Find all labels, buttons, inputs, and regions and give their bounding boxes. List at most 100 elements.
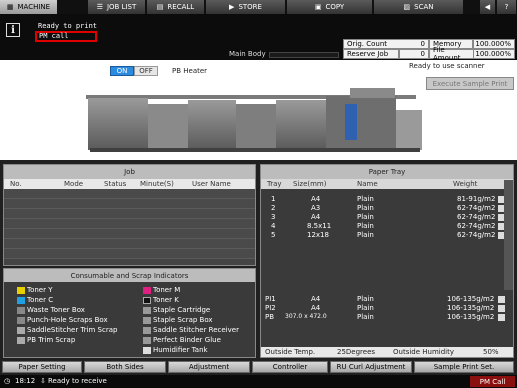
punch-icon — [17, 316, 25, 324]
store-icon: ▶ — [229, 3, 235, 11]
receiver-icon — [143, 326, 151, 334]
tray-row-1[interactable]: 1 A4 Plain 81-91g/m2 — [261, 195, 505, 204]
col-status: Status — [104, 180, 127, 188]
tab-machine[interactable]: ▦ MACHINE — [0, 0, 58, 14]
tray-row-4[interactable]: 4 8.5x11 Plain 62-74g/m2 — [261, 222, 505, 231]
table-row[interactable] — [4, 189, 255, 199]
staple-icon — [143, 306, 151, 314]
staple-cartridge-indicator: Staple Cartridge — [143, 306, 210, 314]
help-button[interactable]: ? — [497, 0, 517, 14]
adjustment-button[interactable]: Adjustment — [168, 361, 250, 373]
table-row[interactable] — [4, 209, 255, 219]
back-icon: ◀ — [484, 3, 491, 11]
table-row[interactable] — [4, 239, 255, 249]
copy-icon: ▣ — [314, 3, 322, 11]
controller-button[interactable]: Controller — [252, 361, 328, 373]
orig-count-value: 0 — [396, 39, 429, 49]
waste-toner-indicator: Waste Toner Box — [17, 306, 85, 314]
paper-level-icon — [498, 296, 505, 303]
machine-illustration — [86, 88, 422, 152]
tab-scan[interactable]: ▨ SCAN — [374, 0, 464, 14]
machine-icon: ▦ — [6, 3, 14, 11]
file-amount-value: 100.000% — [473, 49, 515, 59]
clock-icon: ◷ — [4, 377, 11, 385]
outside-humidity-label: Outside Humidity — [393, 348, 454, 356]
col-minute: Minute(S) — [140, 180, 174, 188]
pb-heater-label: PB Heater — [172, 67, 208, 75]
col-name: Name — [357, 180, 378, 188]
saddle-receiver-indicator: Saddle Stitcher Receiver — [143, 326, 239, 334]
paper-tray-header: Tray Size(mm) Name Weight — [261, 179, 513, 189]
help-icon: ? — [504, 3, 509, 11]
staple-scrap-indicator: Staple Scrap Box — [143, 316, 213, 324]
staple-icon — [143, 316, 151, 324]
waste-box-icon — [17, 306, 25, 314]
recall-icon: ▤ — [156, 3, 164, 11]
info-icon: i — [6, 23, 20, 37]
tray-row-pi1[interactable]: PI1 A4 Plain 106-135g/m2 — [261, 295, 505, 304]
ru-curl-adjustment-button[interactable]: RU Curl Adjustment — [330, 361, 412, 373]
table-row[interactable] — [4, 219, 255, 229]
glue-icon — [143, 336, 151, 344]
binder-glue-indicator: Perfect Binder Glue — [143, 336, 221, 344]
tab-recall[interactable]: ▤ RECALL — [147, 0, 205, 14]
paper-tray-scrollbar[interactable] — [504, 180, 513, 290]
tab-store[interactable]: ▶ STORE — [206, 0, 286, 14]
memory-value: 100.000% — [473, 39, 515, 49]
tab-job-list[interactable]: ☰ JOB LIST — [88, 0, 146, 14]
main-body-label: Main Body — [229, 50, 266, 58]
table-row[interactable] — [4, 249, 255, 259]
toner-k-indicator: Toner K — [143, 296, 179, 304]
humidifier-tank-indicator: Humidifier Tank — [143, 346, 208, 354]
tray-row-2[interactable]: 2 A3 Plain 62-74g/m2 — [261, 204, 505, 213]
col-mode: Mode — [64, 180, 84, 188]
tray-row-3[interactable]: 3 A4 Plain 62-74g/m2 — [261, 213, 505, 222]
pm-call-status[interactable]: PM Call — [470, 376, 515, 387]
paper-tray-panel: Paper Tray Tray Size(mm) Name Weight 1 A… — [260, 164, 514, 358]
tab-copy[interactable]: ▣ COPY — [287, 0, 373, 14]
back-button[interactable]: ◀ — [480, 0, 496, 14]
saddle-trim-indicator: SaddleStitcher Trim Scrap — [17, 326, 117, 334]
sample-print-set-button[interactable]: Sample Print Set. — [414, 361, 514, 373]
table-row[interactable] — [4, 229, 255, 239]
col-size: Size(mm) — [293, 180, 327, 188]
punch-hole-indicator: Punch-Hole Scraps Box — [17, 316, 108, 324]
reserve-job-value: 0 — [399, 49, 429, 59]
table-row[interactable] — [4, 199, 255, 209]
toner-icon — [17, 296, 25, 304]
reserve-job-label: Reserve Job — [343, 49, 399, 59]
paper-setting-button[interactable]: Paper Setting — [2, 361, 82, 373]
toner-icon — [143, 296, 151, 304]
toner-y-indicator: Toner Y — [17, 286, 53, 294]
receive-icon: ⇩ — [40, 377, 46, 385]
job-table-header: No. Mode Status Minute(S) User Name — [4, 179, 255, 189]
toner-c-indicator: Toner C — [17, 296, 53, 304]
consumables-title: Consumable and Scrap Indicators — [4, 269, 255, 282]
file-amount-label: File Amount — [429, 46, 475, 62]
execute-sample-print-button[interactable]: Execute Sample Print — [426, 77, 514, 90]
checkbox-icon — [17, 326, 25, 334]
checkbox-icon — [17, 336, 25, 344]
tray-row-pi2[interactable]: PI2 A4 Plain 106-135g/m2 — [261, 304, 505, 313]
list-icon: ☰ — [96, 3, 103, 11]
outside-temp-value: 25Degrees — [337, 348, 376, 356]
status-message: Ready to print — [38, 22, 98, 30]
pb-heater-off-button[interactable]: OFF — [134, 66, 158, 76]
outside-conditions: Outside Temp. 25Degrees Outside Humidity… — [261, 347, 513, 357]
paper-level-icon — [498, 314, 505, 321]
pm-call-message: PM call — [39, 32, 69, 40]
pb-heater-on-button[interactable]: ON — [110, 66, 134, 76]
scan-icon: ▨ — [403, 3, 411, 11]
tank-icon — [143, 346, 151, 354]
col-no: No. — [10, 180, 22, 188]
tray-row-5[interactable]: 5 12x18 Plain 62-74g/m2 — [261, 231, 505, 240]
col-weight: Weight — [453, 180, 478, 188]
toner-icon — [17, 286, 25, 294]
job-panel: Job No. Mode Status Minute(S) User Name — [3, 164, 256, 266]
paper-tray-title: Paper Tray — [261, 165, 513, 179]
col-tray: Tray — [267, 180, 282, 188]
both-sides-button[interactable]: Both Sides — [84, 361, 166, 373]
tray-row-pb[interactable]: PB 307.0 x 472.0 Plain 106-135g/m2 — [261, 313, 505, 322]
tab-bar: ▦ MACHINE ☰ JOB LIST ▤ RECALL ▶ STORE ▣ COPY … — [0, 0, 517, 14]
status-message-bar: Ready to receive — [48, 377, 107, 385]
